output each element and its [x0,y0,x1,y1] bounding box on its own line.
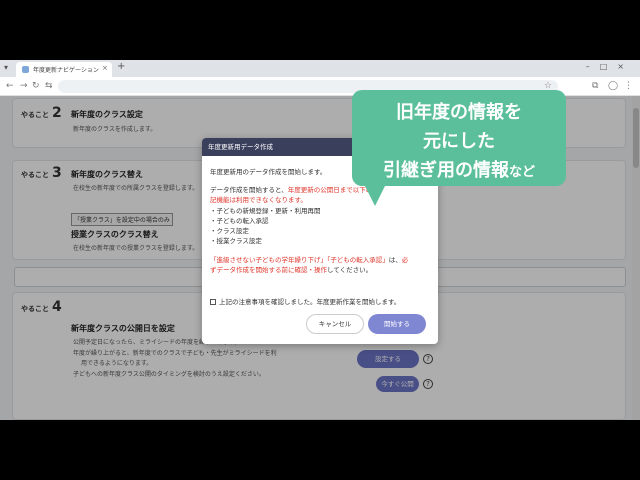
extensions-icon[interactable]: ⧉ [592,81,598,91]
disabled-feature-item: ・クラス設定 [210,227,249,235]
window-controls[interactable]: –□× [586,62,634,71]
caption-line-1: 旧年度の情報を [396,102,522,123]
caption-callout: 旧年度の情報を 元にした 引継ぎ用の情報など [352,90,566,186]
disabled-feature-item: ・授業クラス設定 [210,237,262,245]
checkbox-icon[interactable] [210,299,216,305]
dialog-note-2: ずデータ作成を開始する前に確認・操作してください。 [210,266,373,274]
confirm-checkbox[interactable]: 上記の注意事項を確認しました。年度更新作業を開始します。 [210,296,400,306]
profile-icon[interactable]: ◯ [608,81,618,91]
site-settings-icon[interactable]: ⇆ [45,81,53,91]
caption-callout-tail [364,184,386,206]
cancel-button[interactable]: キャンセル [306,314,364,334]
letterbox-bottom [0,420,640,480]
dialog-intro: 年度更新用のデータ作成を開始します。 [210,168,327,176]
new-tab-icon[interactable]: + [117,61,125,72]
tab-close-icon[interactable]: × [102,64,108,72]
dialog-warning-2: 記機能は利用できなくなります。 [210,196,307,204]
back-icon[interactable]: ← [6,81,14,91]
dialog-note: 「進級させない子どもの学年繰り下げ」「子どもの転入承認」は、必 [210,256,409,264]
tab-bar: ▾ 年度更新ナビゲーション × + –□× [0,60,640,77]
favicon-icon [22,66,29,73]
caption-line-2: 元にした [423,131,495,152]
dialog-warning: データ作成を開始すると、年度更新の公開日まで以下の [210,186,373,194]
reload-icon[interactable]: ↻ [32,81,40,91]
caption-line-3: 引継ぎ用の情報など [382,160,535,181]
more-menu-icon[interactable]: ⋮ [624,81,633,91]
disabled-feature-item: ・子どもの新規登録・更新・利用再開 [210,207,321,215]
letterbox-top [0,0,640,60]
tab-title: 年度更新ナビゲーション [33,67,99,74]
tab-search-icon[interactable]: ▾ [4,63,8,72]
disabled-feature-item: ・子どもの転入承認 [210,217,269,225]
browser-tab[interactable]: 年度更新ナビゲーション × [16,62,112,77]
forward-icon[interactable]: → [20,81,28,91]
start-button[interactable]: 開始する [368,314,426,334]
